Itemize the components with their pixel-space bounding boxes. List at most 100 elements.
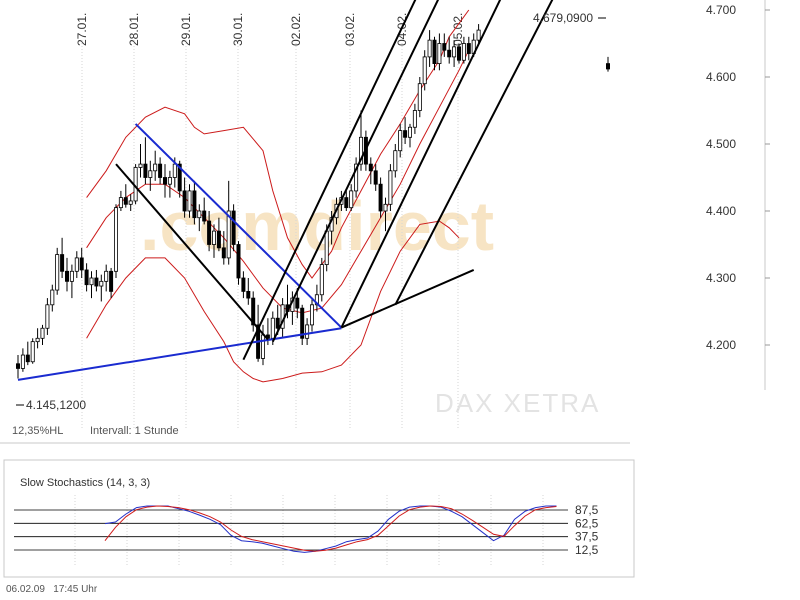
candle xyxy=(320,265,323,295)
candle xyxy=(306,325,309,338)
candle xyxy=(129,201,132,204)
candle xyxy=(110,271,113,291)
chart-canvas: .comdirectDAX XETRA 27.01.28.01.29.01.30… xyxy=(0,0,800,600)
candle xyxy=(222,248,225,258)
x-tick-label: 29.01. xyxy=(179,13,193,46)
candle xyxy=(154,164,157,171)
low-annotation: 4.145,1200 xyxy=(26,398,86,412)
candle xyxy=(168,178,171,185)
candle xyxy=(51,290,54,305)
candle xyxy=(217,231,220,248)
candle xyxy=(203,211,206,221)
y-tick-label: 4.600 xyxy=(706,70,736,84)
candle xyxy=(212,231,215,244)
candle xyxy=(389,171,392,205)
y-tick-label: 4.400 xyxy=(706,204,736,218)
candle xyxy=(379,184,382,211)
candle xyxy=(477,30,480,40)
x-tick-label: 03.02. xyxy=(343,13,357,46)
stochastics-title: Slow Stochastics (14, 3, 3) xyxy=(20,477,150,489)
candle xyxy=(247,291,250,298)
candle xyxy=(173,164,176,177)
watermark-index: DAX XETRA xyxy=(435,388,600,418)
candle xyxy=(159,164,162,177)
stoch-level-label: 62,5 xyxy=(575,516,599,530)
candle xyxy=(345,198,348,208)
interval-label: Intervall: 1 Stunde xyxy=(90,425,179,437)
candle xyxy=(467,44,470,54)
candle xyxy=(443,44,446,51)
candle xyxy=(408,127,411,137)
candle xyxy=(21,355,24,368)
candle xyxy=(188,191,191,211)
candle xyxy=(193,191,196,218)
candle xyxy=(453,47,456,57)
x-tick-label: 30.01. xyxy=(231,13,245,46)
candle xyxy=(75,258,78,271)
candle xyxy=(144,164,147,177)
candle xyxy=(124,198,127,205)
candle xyxy=(457,47,460,60)
candle xyxy=(100,281,103,286)
candle xyxy=(36,338,39,341)
candle xyxy=(149,171,152,178)
candle xyxy=(369,164,372,171)
stoch-level-label: 12,5 xyxy=(575,543,599,557)
candle-last xyxy=(606,64,609,69)
candle xyxy=(95,278,98,286)
candle xyxy=(90,278,93,285)
candle xyxy=(448,50,451,57)
footer-date: 06.02.09 xyxy=(6,584,45,595)
candle xyxy=(70,271,73,281)
candle xyxy=(428,40,431,57)
candle xyxy=(163,178,166,185)
candle xyxy=(310,305,313,325)
candle xyxy=(276,318,279,328)
y-tick-label: 4.500 xyxy=(706,137,736,151)
candle xyxy=(80,258,83,270)
candle xyxy=(296,298,299,308)
high-annotation: 4.679,0900 xyxy=(533,11,593,25)
candle xyxy=(237,245,240,279)
perf-label: 12,35%HL xyxy=(12,425,63,437)
candle xyxy=(85,270,88,285)
candle xyxy=(208,221,211,244)
x-tick-label: 02.02. xyxy=(289,13,303,46)
x-tick-label: 28.01. xyxy=(127,13,141,46)
candle xyxy=(65,271,68,281)
candle xyxy=(16,364,19,369)
stoch-level-label: 37,5 xyxy=(575,530,599,544)
candle xyxy=(325,231,328,265)
candle xyxy=(198,211,201,218)
candle xyxy=(119,198,122,208)
candle xyxy=(271,318,274,338)
candle xyxy=(261,335,264,358)
candle xyxy=(31,342,34,362)
candle xyxy=(462,44,465,61)
stochastics-panel: Slow Stochastics (14, 3, 3) 87,562,537,5… xyxy=(4,460,634,577)
candle xyxy=(374,171,377,184)
candle xyxy=(114,208,117,272)
candle xyxy=(404,131,407,138)
candle xyxy=(26,355,29,362)
candle xyxy=(438,44,441,64)
candle xyxy=(433,40,436,63)
candle xyxy=(183,191,186,211)
candle xyxy=(413,111,416,128)
candle xyxy=(399,131,402,151)
candle xyxy=(242,278,245,291)
y-tick-label: 4.300 xyxy=(706,271,736,285)
stoch-level-label: 87,5 xyxy=(575,503,599,517)
candle xyxy=(139,164,142,167)
candle xyxy=(105,271,108,281)
candle xyxy=(423,57,426,84)
candle xyxy=(61,255,64,272)
candle xyxy=(56,255,59,291)
candle xyxy=(350,191,353,208)
footer-timestamp: 06.02.09 17:45 Uhr xyxy=(6,584,97,595)
candle xyxy=(394,151,397,171)
footer-time: 17:45 Uhr xyxy=(53,584,97,595)
x-tick-label: 27.01. xyxy=(75,13,89,46)
y-tick-label: 4.200 xyxy=(706,338,736,352)
candle xyxy=(384,204,387,211)
